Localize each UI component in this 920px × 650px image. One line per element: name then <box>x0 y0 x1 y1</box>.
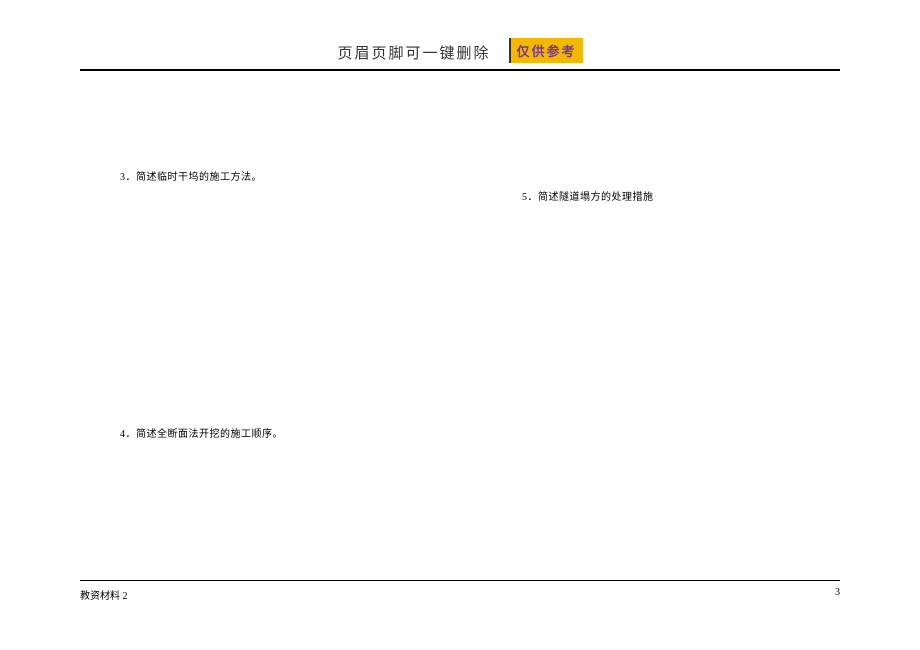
page-header: 页眉页脚可一键删除 仅供参考 <box>0 38 920 71</box>
header-content: 页眉页脚可一键删除 仅供参考 <box>0 38 920 67</box>
header-text: 页眉页脚可一键删除 <box>337 42 490 63</box>
footer-content: 教资材料 2 3 <box>80 587 840 602</box>
footer-left-text: 教资材料 2 <box>80 587 128 602</box>
page-number: 3 <box>835 587 840 602</box>
header-badge: 仅供参考 <box>509 38 583 63</box>
question-4: 4．简述全断面法开挖的施工顺序。 <box>120 425 283 440</box>
document-body: 3．简述临时干坞的施工方法。 4．简述全断面法开挖的施工顺序。 5．简述隧道塌方… <box>80 80 840 580</box>
question-3: 3．简述临时干坞的施工方法。 <box>120 168 262 183</box>
header-rule <box>80 69 840 71</box>
page-footer: 教资材料 2 3 <box>80 580 840 602</box>
question-5: 5．简述隧道塌方的处理措施 <box>522 188 654 203</box>
footer-rule <box>80 580 840 581</box>
